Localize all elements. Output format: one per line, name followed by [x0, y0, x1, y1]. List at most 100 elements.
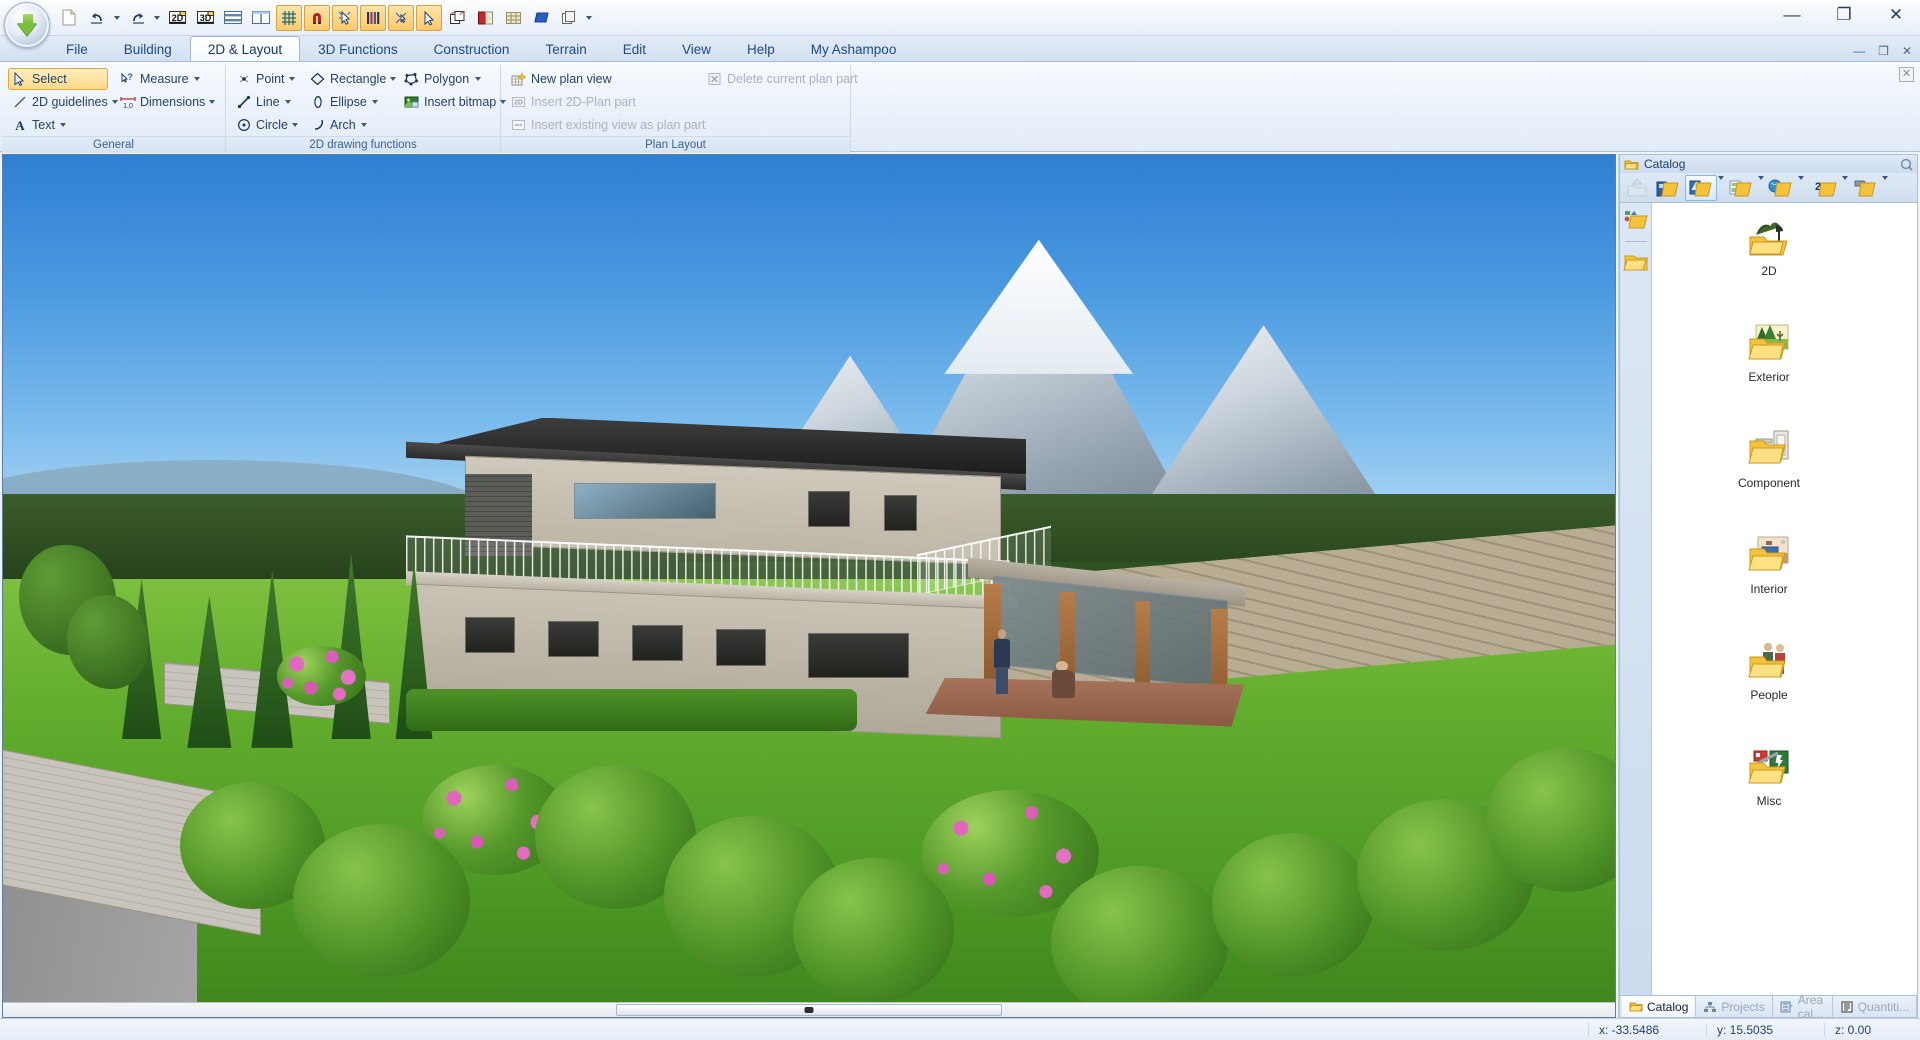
textures-folder-icon[interactable] — [1725, 175, 1757, 201]
ribbon-item-insert-2d-plan-part[interactable]: 2D Insert 2D-Plan part — [507, 91, 695, 113]
catalog-item-interior[interactable]: Interior — [1714, 533, 1824, 639]
view-2d-button[interactable]: 2D — [164, 5, 190, 31]
2d-folder-icon[interactable]: 2D — [1805, 175, 1841, 201]
building-folder-icon[interactable] — [1652, 175, 1684, 201]
paint-surface-button[interactable] — [472, 5, 498, 31]
tab-2d-and-layout[interactable]: 2D & Layout — [189, 36, 301, 61]
ribbon-collapse-button[interactable]: ✕ — [1899, 67, 1914, 82]
dropdown-arrow-dimensions[interactable] — [209, 100, 216, 104]
catalog-item-2d[interactable]: 2D — [1714, 215, 1824, 321]
catalog-item-list[interactable]: 2D Exterior Component Interior People Mi… — [1652, 203, 1917, 995]
scene — [3, 155, 1615, 1002]
undo-button[interactable] — [84, 5, 110, 31]
ribbon-item-delete-current-plan-part[interactable]: Delete current plan part — [703, 68, 858, 90]
catalog-item-misc[interactable]: Misc — [1714, 745, 1824, 851]
layers-button[interactable] — [556, 5, 582, 31]
up-arrow-folder-icon[interactable] — [1623, 175, 1651, 201]
catalog-item-label-exterior: Exterior — [1748, 370, 1790, 384]
document-maximize-button[interactable]: ❐ — [1878, 44, 1889, 58]
objects-folder-icon[interactable] — [1685, 174, 1717, 201]
redo-button[interactable] — [124, 5, 150, 31]
dropdown-arrow-circle[interactable] — [291, 123, 298, 127]
grid-snap-button[interactable] — [276, 4, 302, 31]
panel-tab-quantities[interactable]: Quantiti... — [1833, 996, 1917, 1017]
ribbon-item-insert-bitmap[interactable]: Insert bitmap — [400, 91, 507, 113]
ribbon-item-new-plan-view[interactable]: New plan view — [507, 68, 695, 90]
undo-dropdown-arrow[interactable] — [112, 5, 122, 31]
objects-dropdown-arrow[interactable] — [1718, 176, 1724, 195]
shapes-folder-icon[interactable] — [1622, 207, 1650, 233]
catalog-item-exterior[interactable]: Exterior — [1714, 321, 1824, 427]
3d-perspective-render[interactable] — [3, 155, 1615, 1002]
window-close-button[interactable]: ✕ — [1878, 2, 1914, 28]
window-minimize-button[interactable]: — — [1774, 2, 1810, 28]
select-pointer-button[interactable] — [416, 4, 442, 31]
redo-dropdown-arrow[interactable] — [152, 5, 162, 31]
split-vertical-button[interactable] — [248, 5, 274, 31]
catalog-item-people[interactable]: People — [1714, 639, 1824, 745]
ribbon-item-point[interactable]: Point — [232, 68, 298, 90]
split-horizontal-button[interactable] — [220, 5, 246, 31]
ribbon-item-rectangle[interactable]: Rectangle — [306, 68, 397, 90]
materials-folder-icon[interactable] — [1765, 175, 1797, 201]
ribbon-item-select[interactable]: Select — [8, 68, 108, 90]
layers-dropdown-arrow[interactable] — [584, 5, 594, 31]
textures-dropdown-arrow[interactable] — [1758, 176, 1764, 195]
import-dropdown-arrow[interactable] — [1882, 176, 1888, 195]
scrollbar-grip[interactable] — [804, 1007, 814, 1013]
wall-snap-button[interactable] — [360, 4, 386, 31]
ribbon-label-dimensions: Dimensions — [140, 95, 206, 109]
texture-button[interactable] — [500, 5, 526, 31]
ribbon-item-2d-guidelines[interactable]: 2D guidelines — [8, 91, 118, 113]
dropdown-arrow-ellipse[interactable] — [371, 100, 380, 104]
dropdown-arrow-point[interactable] — [288, 77, 295, 81]
copy-object-button[interactable] — [444, 5, 470, 31]
tab-building[interactable]: Building — [106, 36, 190, 61]
restore-panel-icon[interactable] — [1899, 158, 1913, 171]
tab-construction[interactable]: Construction — [416, 36, 528, 61]
ribbon-item-polygon[interactable]: Polygon — [400, 68, 494, 90]
catalog-item-label-interior: Interior — [1750, 582, 1788, 596]
tab-file[interactable]: File — [48, 36, 106, 61]
tab-terrain[interactable]: Terrain — [527, 36, 604, 61]
tab-my-ashampoo[interactable]: My Ashampoo — [793, 36, 915, 61]
view-3d-button[interactable]: 3D — [192, 5, 218, 31]
viewport-horizontal-scrollbar[interactable] — [3, 1002, 1615, 1017]
material-button[interactable] — [528, 5, 554, 31]
2d-dropdown-arrow[interactable] — [1842, 176, 1848, 195]
flower-bush-left — [277, 646, 366, 706]
dropdown-arrow-arch[interactable] — [360, 123, 369, 127]
dropdown-arrow-polygon[interactable] — [473, 77, 482, 81]
ribbon-item-arch[interactable]: Arch — [306, 114, 392, 136]
ribbon-item-text[interactable]: A Text — [8, 114, 108, 136]
dropdown-arrow-text[interactable] — [59, 123, 68, 127]
new-document-button[interactable] — [56, 5, 82, 31]
ribbon-item-line[interactable]: Line — [232, 91, 298, 113]
import-folder-icon[interactable] — [1849, 175, 1881, 201]
tab-edit[interactable]: Edit — [605, 36, 664, 61]
plain-folder-icon[interactable] — [1622, 250, 1650, 276]
panel-tab-catalog[interactable]: Catalog — [1622, 996, 1697, 1017]
object-snap-button[interactable] — [332, 4, 358, 31]
tab-help[interactable]: Help — [729, 36, 793, 61]
ribbon-item-ellipse[interactable]: Ellipse — [306, 91, 392, 113]
window-maximize-button[interactable]: ❐ — [1826, 2, 1862, 28]
point-snap-button[interactable] — [388, 4, 414, 31]
panel-tab-projects[interactable]: Projects — [1696, 996, 1773, 1017]
panel-tab-area-calculation[interactable]: Area cal... — [1773, 993, 1833, 1021]
tab-3d-functions[interactable]: 3D Functions — [300, 36, 416, 61]
document-minimize-button[interactable]: — — [1853, 44, 1865, 58]
dropdown-arrow-rectangle[interactable] — [390, 77, 397, 81]
ribbon-item-measure[interactable]: ? Measure — [116, 68, 220, 90]
document-close-button[interactable]: ✕ — [1902, 44, 1912, 58]
tab-view[interactable]: View — [664, 36, 729, 61]
ribbon-item-insert-existing-view[interactable]: Insert existing view as plan part — [507, 114, 705, 136]
dropdown-arrow-measure[interactable] — [193, 77, 202, 81]
ribbon-item-dimensions[interactable]: 1,0 Dimensions — [116, 91, 220, 113]
materials-dropdown-arrow[interactable] — [1798, 176, 1804, 195]
application-menu-button[interactable] — [4, 2, 50, 48]
magnet-snap-button[interactable] — [304, 4, 330, 31]
catalog-item-component[interactable]: Component — [1714, 427, 1824, 533]
dropdown-arrow-line[interactable] — [284, 100, 292, 104]
ribbon-item-circle[interactable]: Circle — [232, 114, 298, 136]
